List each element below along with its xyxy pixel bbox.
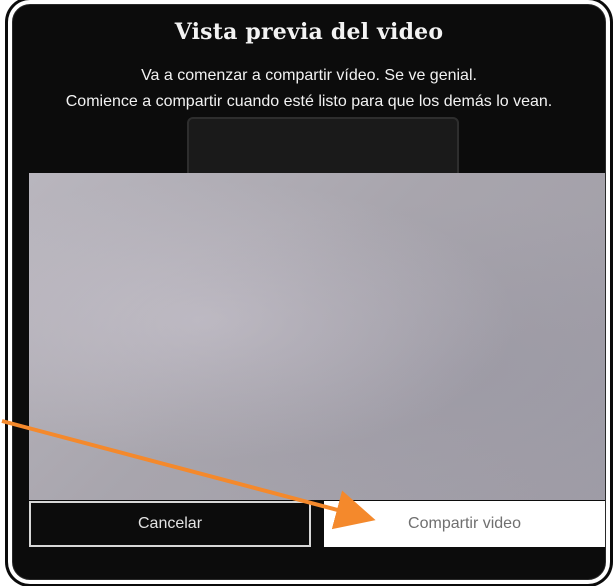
dialog-title: Vista previa del video [174,19,444,45]
share-video-button[interactable]: Compartir video [324,501,605,547]
video-preview-dialog: Vista previa del video Va a comenzar a c… [12,4,606,580]
camera-preview [29,173,605,500]
cancel-button[interactable]: Cancelar [29,501,311,547]
dialog-message-line-1: Va a comenzar a compartir vídeo. Se ve g… [141,67,477,84]
dialog-message-line-2: Comience a compartir cuando esté listo p… [65,93,553,110]
dialog-message: Va a comenzar a compartir vídeo. Se ve g… [33,63,585,115]
